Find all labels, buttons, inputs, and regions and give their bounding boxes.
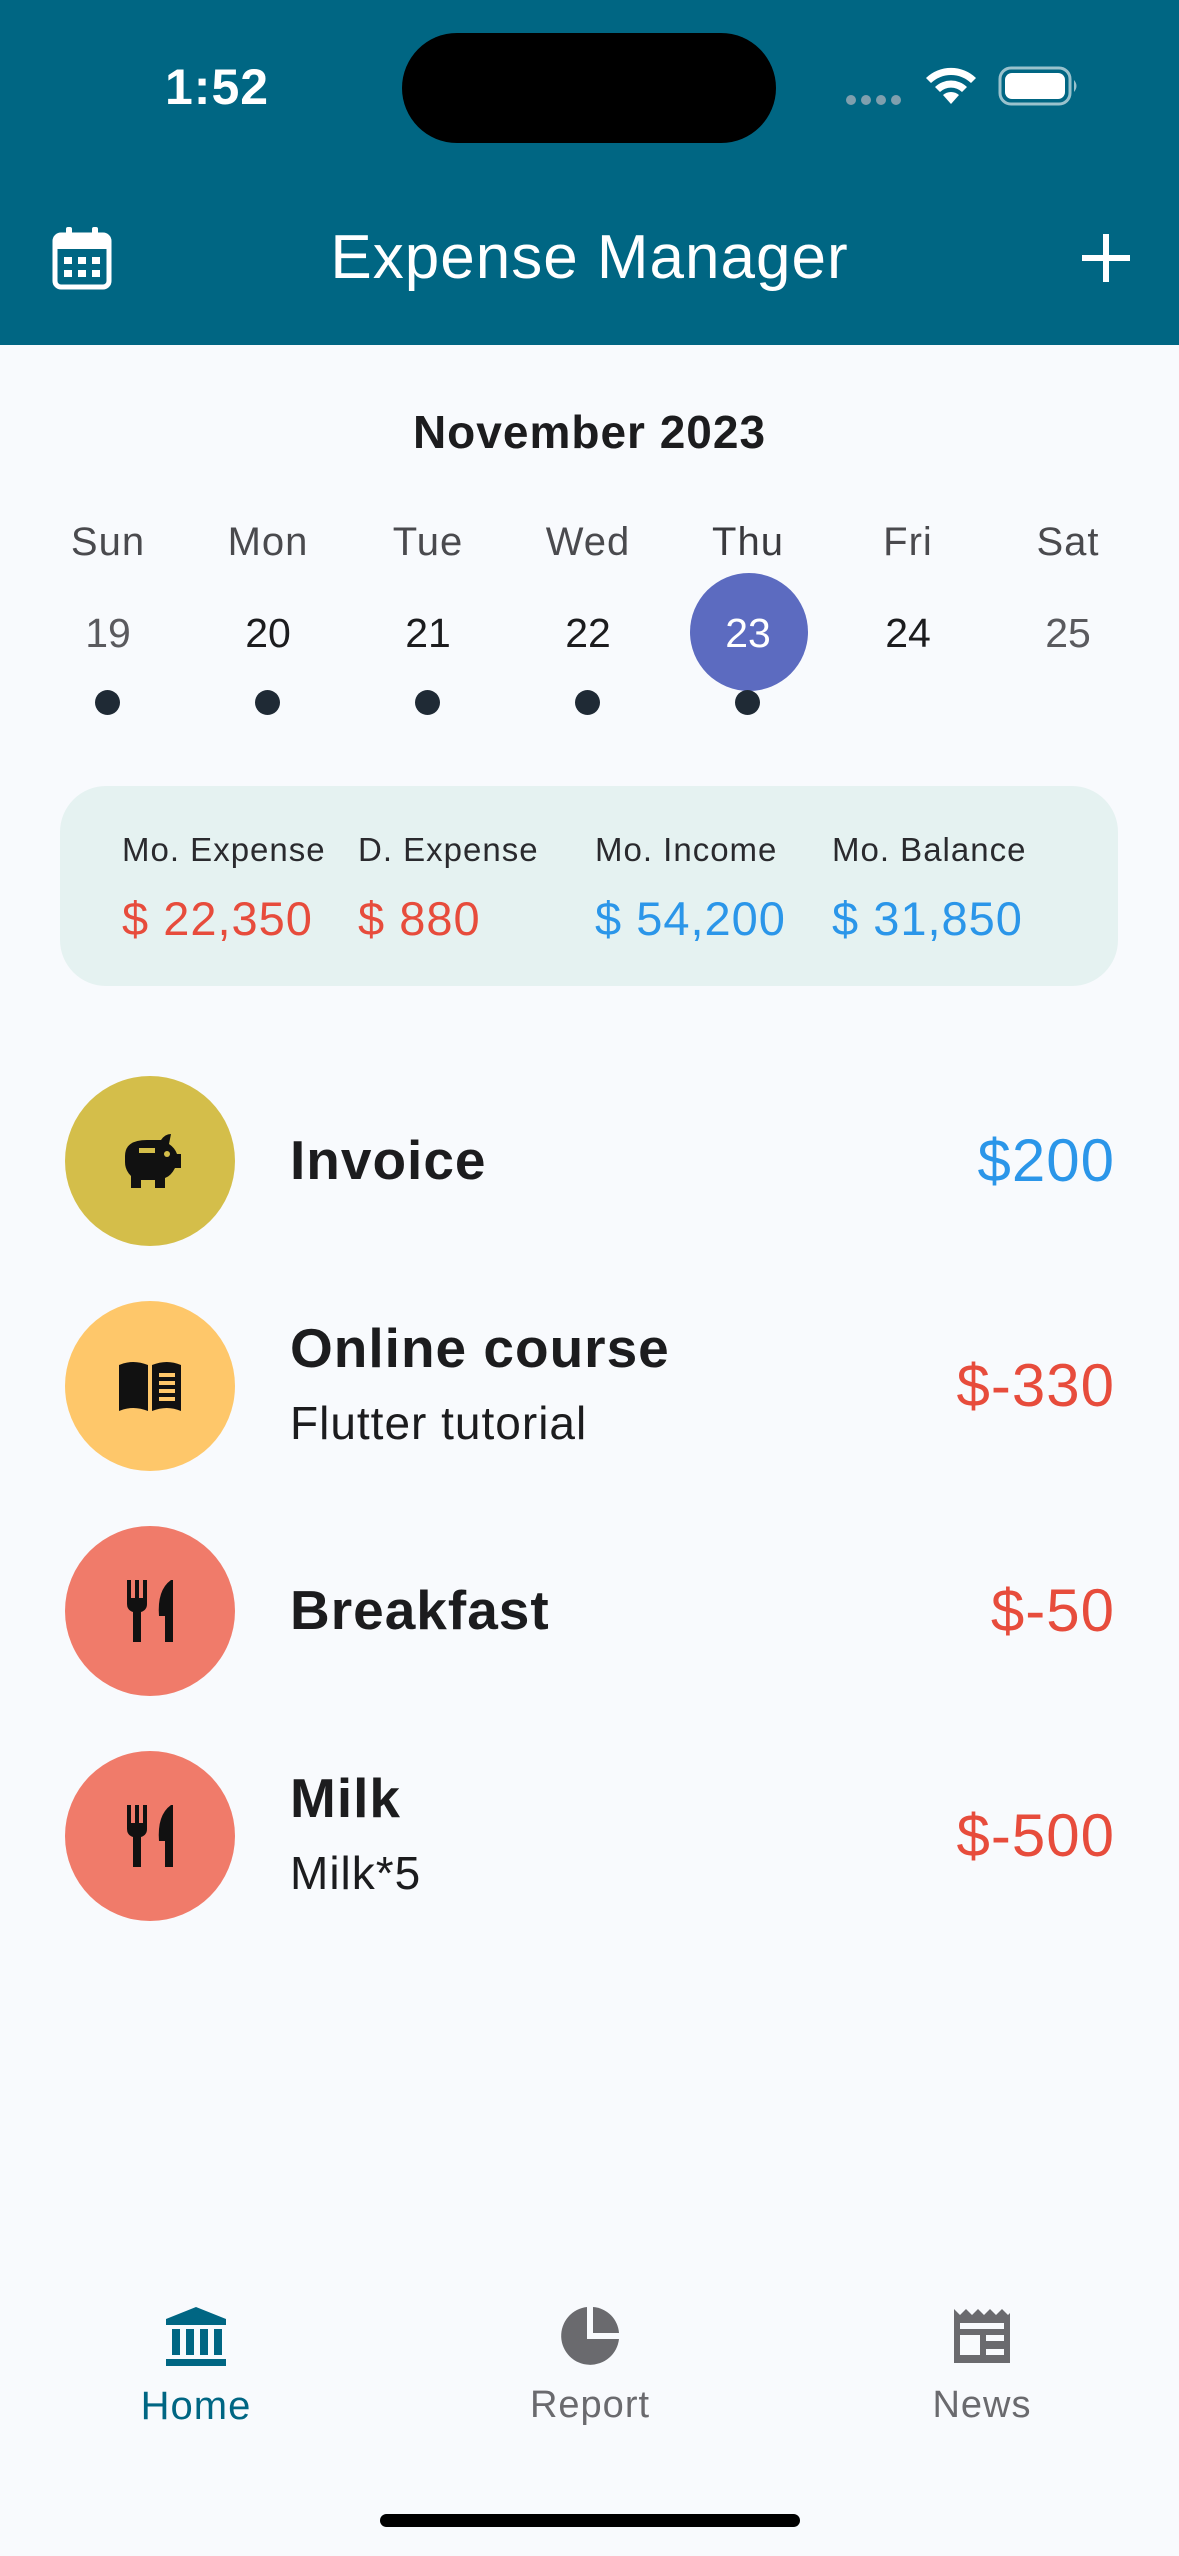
- day-name: Wed: [545, 520, 631, 564]
- day-number-wrap: 21: [348, 603, 508, 663]
- day-number: 24: [885, 610, 931, 656]
- day-name: Tue: [392, 520, 464, 564]
- transaction-title: Milk: [290, 1767, 401, 1829]
- day-number: 20: [245, 610, 291, 656]
- day-number: 22: [565, 610, 611, 656]
- page-title: Expense Manager: [330, 223, 849, 292]
- day-number-wrap: 19: [28, 603, 188, 663]
- fork-knife-icon: [65, 1751, 235, 1921]
- monthly-balance-value: $ 31,850: [832, 892, 1023, 945]
- calendar-day-wed[interactable]: Wed 22: [508, 520, 668, 715]
- day-name: Sun: [70, 520, 146, 564]
- transaction-title: Online course: [290, 1317, 670, 1379]
- calendar-day-thu[interactable]: Thu 23: [668, 520, 828, 715]
- transaction-title: Breakfast: [290, 1579, 550, 1641]
- monthly-income-value: $ 54,200: [595, 892, 786, 945]
- calendar-day-fri[interactable]: Fri 24: [828, 520, 988, 663]
- day-number-wrap: 22: [508, 603, 668, 663]
- bank-icon: [166, 2307, 226, 2366]
- home-indicator: [380, 2514, 800, 2527]
- monthly-expense-label: Mo. Expense: [122, 831, 326, 868]
- day-number-wrap: 24: [828, 603, 988, 663]
- daily-expense: D. Expense $ 880: [358, 831, 539, 946]
- transaction-title: Invoice: [290, 1129, 487, 1191]
- day-number: 19: [85, 610, 131, 656]
- transaction-subtitle: Flutter tutorial: [290, 1397, 588, 1449]
- dynamic-island: [402, 33, 776, 143]
- monthly-expense: Mo. Expense $ 22,350: [122, 831, 326, 946]
- pie-chart-icon: [561, 2307, 619, 2365]
- transaction-amount: $-330: [956, 1352, 1115, 1419]
- cellular-signal-icon: [846, 92, 906, 110]
- month-title: November 2023: [412, 406, 767, 458]
- day-number-wrap: 23: [668, 573, 828, 691]
- day-number: 23: [725, 610, 771, 656]
- summary-card: Mo. Expense $ 22,350 D. Expense $ 880 Mo…: [60, 786, 1118, 986]
- day-number-wrap: 20: [188, 603, 348, 663]
- transaction-subtitle: Milk*5: [290, 1847, 422, 1899]
- nav-news[interactable]: News: [852, 2305, 1112, 2427]
- nav-report[interactable]: Report: [460, 2305, 720, 2427]
- daily-expense-value: $ 880: [358, 892, 481, 945]
- day-name: Thu: [712, 520, 784, 564]
- transaction-amount: $-500: [956, 1802, 1115, 1869]
- calendar-day-sat[interactable]: Sat 25: [988, 520, 1148, 663]
- nav-report-label: Report: [529, 2384, 651, 2426]
- monthly-balance: Mo. Balance $ 31,850: [832, 831, 1026, 946]
- nav-news-label: News: [932, 2384, 1032, 2426]
- expense-dot: [415, 690, 440, 715]
- calendar-day-sun[interactable]: Sun 19: [28, 520, 188, 715]
- list-item[interactable]: Milk Milk*5 $-500: [0, 1751, 1179, 1921]
- plus-icon[interactable]: [1076, 228, 1136, 288]
- list-item[interactable]: Breakfast $-50: [0, 1526, 1179, 1696]
- day-name: Sat: [1036, 520, 1100, 564]
- monthly-income-label: Mo. Income: [595, 831, 778, 868]
- monthly-expense-value: $ 22,350: [122, 892, 313, 945]
- newspaper-icon: [954, 2309, 1010, 2363]
- day-name: Fri: [883, 520, 933, 564]
- monthly-balance-label: Mo. Balance: [832, 831, 1027, 868]
- monthly-income: Mo. Income $ 54,200: [595, 831, 786, 946]
- expense-dot: [95, 690, 120, 715]
- fork-knife-icon: [65, 1526, 235, 1696]
- app-header: 1:52 Expense Manager: [0, 0, 1179, 345]
- day-number-wrap: 25: [988, 603, 1148, 663]
- daily-expense-label: D. Expense: [358, 831, 539, 868]
- nav-home[interactable]: Home: [66, 2305, 326, 2429]
- transaction-amount: $-50: [990, 1577, 1115, 1644]
- day-number: 25: [1045, 610, 1091, 656]
- calendar-day-mon[interactable]: Mon 20: [188, 520, 348, 715]
- calendar-day-tue[interactable]: Tue 21: [348, 520, 508, 715]
- book-icon: [65, 1301, 235, 1471]
- list-item[interactable]: Invoice $200: [0, 1076, 1179, 1246]
- day-name: Mon: [227, 520, 309, 564]
- battery-icon: [998, 66, 1082, 113]
- wifi-icon: [922, 64, 980, 113]
- nav-home-label: Home: [140, 2384, 252, 2428]
- day-number: 21: [405, 610, 451, 656]
- expense-dot: [735, 690, 760, 715]
- list-item[interactable]: Online course Flutter tutorial $-330: [0, 1301, 1179, 1471]
- transaction-amount: $200: [977, 1127, 1115, 1194]
- status-time: 1:52: [165, 59, 270, 115]
- expense-dot: [255, 690, 280, 715]
- expense-dot: [575, 690, 600, 715]
- piggy-bank-icon: [65, 1076, 235, 1246]
